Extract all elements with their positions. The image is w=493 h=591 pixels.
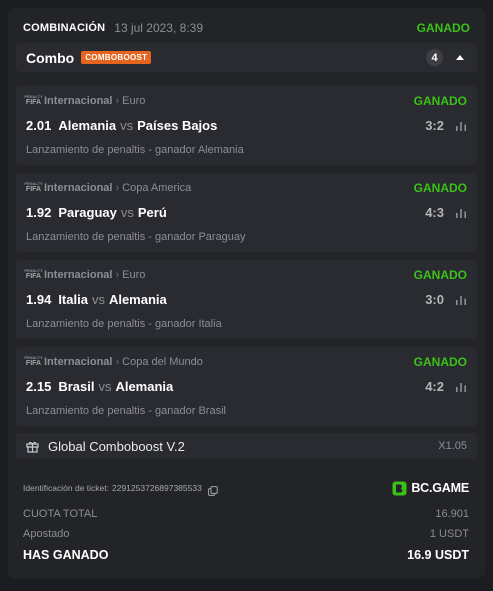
home-team: Alemania: [58, 117, 117, 133]
staked-label: Apostado: [23, 528, 70, 540]
total-odds-label: CUOTA TOTAL: [23, 508, 98, 520]
comboboost-label: Global Comboboost V.2: [48, 438, 185, 454]
away-team: Perú: [137, 204, 167, 220]
selection-market: Lanzamiento de penaltis - ganador Paragu…: [26, 231, 246, 243]
vs-label: vs: [120, 204, 134, 220]
selection-market: Lanzamiento de penaltis - ganador Italia: [26, 318, 222, 330]
away-team: Alemania: [115, 378, 174, 394]
selection-odds: 2.01: [26, 117, 52, 133]
icon-label: FIFA: [25, 186, 42, 193]
sport-category: Internacional: [44, 95, 113, 107]
selection-status: GANADO: [413, 268, 467, 282]
bet-date: 13 jul 2023, 8:39: [114, 21, 204, 35]
icon-label: FIFA: [25, 360, 42, 367]
selection-market: Lanzamiento de penaltis - ganador Aleman…: [26, 144, 244, 156]
staked-value: 1 USDT: [429, 528, 469, 540]
total-odds-row: CUOTA TOTAL 16.901: [23, 506, 469, 522]
bet-slip-card: COMBINACIÓN 13 jul 2023, 8:39 GANADO Com…: [8, 8, 485, 578]
stats-icon[interactable]: [455, 380, 467, 392]
selection-odds: 1.92: [26, 204, 52, 220]
league-name: Copa del Mundo: [122, 356, 203, 368]
comboboost-multiplier: X1.05: [438, 440, 467, 452]
breadcrumb-separator: ›: [115, 95, 120, 107]
selection-market: Lanzamiento de penaltis - ganador Brasil: [26, 405, 226, 417]
selection-match-row: 1.92 Paraguay vs Perú 4:3: [26, 203, 467, 221]
selection-odds: 1.94: [26, 291, 52, 307]
bet-type-title: COMBINACIÓN: [23, 22, 106, 34]
ticket-id: 2291253726897385533: [112, 483, 202, 493]
fifa-penalty-icon: PENALTY FIFA: [24, 356, 42, 368]
sport-category: Internacional: [44, 356, 113, 368]
winnings-value: 16.9 USDT: [407, 548, 469, 562]
sport-category: Internacional: [44, 182, 113, 194]
selection-card: PENALTY FIFA Internacional › Copa del Mu…: [16, 347, 477, 426]
total-odds-value: 16.901: [435, 508, 469, 520]
copy-icon[interactable]: [207, 483, 218, 496]
staked-row: Apostado 1 USDT: [23, 526, 469, 542]
away-team: Países Bajos: [137, 117, 218, 133]
vs-label: vs: [120, 117, 134, 133]
selection-card: PENALTY FIFA Internacional › Copa Americ…: [16, 173, 477, 252]
selection-league-row: PENALTY FIFA Internacional › Copa del Mu…: [24, 355, 467, 369]
stats-icon[interactable]: [455, 206, 467, 218]
brand-logo: BC.GAME: [392, 478, 469, 498]
selection-card: PENALTY FIFA Internacional › Euro GANADO…: [16, 260, 477, 339]
stats-icon[interactable]: [455, 119, 467, 131]
selection-card: PENALTY FIFA Internacional › Euro GANADO…: [16, 86, 477, 165]
comboboost-badge: COMBOBOOST: [81, 51, 152, 64]
chevron-up-icon[interactable]: [453, 51, 467, 65]
final-score: 3:2: [425, 117, 444, 133]
selection-league-row: PENALTY FIFA Internacional › Euro GANADO: [24, 94, 467, 108]
combo-label: Combo: [26, 49, 75, 66]
league-name: Copa America: [122, 182, 192, 194]
gift-icon: [26, 440, 39, 453]
vs-label: vs: [98, 378, 112, 394]
home-team: Italia: [58, 291, 88, 307]
brand-name: BC.GAME: [411, 481, 469, 495]
ticket-id-label: Identificación de ticket:: [23, 483, 109, 493]
bet-status: GANADO: [416, 21, 470, 35]
home-team: Brasil: [58, 378, 95, 394]
selection-match-row: 2.15 Brasil vs Alemania 4:2: [26, 377, 467, 395]
selection-league-row: PENALTY FIFA Internacional › Euro GANADO: [24, 268, 467, 282]
final-score: 4:2: [425, 378, 444, 394]
bcgame-logo-icon: [392, 481, 407, 496]
icon-label: FIFA: [25, 99, 42, 106]
fifa-penalty-icon: PENALTY FIFA: [24, 95, 42, 107]
final-score: 3:0: [425, 291, 444, 307]
away-team: Alemania: [108, 291, 167, 307]
selection-count: 4: [426, 49, 443, 66]
selection-odds: 2.15: [26, 378, 52, 394]
combo-toggle-bar[interactable]: Combo COMBOBOOST 4: [16, 43, 477, 72]
winnings-label: HAS GANADO: [23, 548, 109, 562]
selection-status: GANADO: [413, 355, 467, 369]
league-name: Euro: [122, 95, 146, 107]
selection-match-row: 2.01 Alemania vs Países Bajos 3:2: [26, 116, 467, 134]
home-team: Paraguay: [58, 204, 117, 220]
final-score: 4:3: [425, 204, 444, 220]
selection-league-row: PENALTY FIFA Internacional › Copa Americ…: [24, 181, 467, 195]
breadcrumb-separator: ›: [115, 182, 120, 194]
icon-label: FIFA: [25, 273, 42, 280]
breadcrumb-separator: ›: [115, 356, 120, 368]
comboboost-row: Global Comboboost V.2 X1.05: [16, 433, 477, 459]
fifa-penalty-icon: PENALTY FIFA: [24, 269, 42, 281]
ticket-info: Identificación de ticket: 22912537268973…: [23, 480, 218, 496]
selection-status: GANADO: [413, 181, 467, 195]
selection-status: GANADO: [413, 94, 467, 108]
bet-header: COMBINACIÓN 13 jul 2023, 8:39 GANADO: [23, 19, 470, 37]
league-name: Euro: [122, 269, 146, 281]
fifa-penalty-icon: PENALTY FIFA: [24, 182, 42, 194]
selection-match-row: 1.94 Italia vs Alemania 3:0: [26, 290, 467, 308]
stats-icon[interactable]: [455, 293, 467, 305]
winnings-row: HAS GANADO 16.9 USDT: [23, 547, 469, 563]
sport-category: Internacional: [44, 269, 113, 281]
breadcrumb-separator: ›: [115, 269, 120, 281]
vs-label: vs: [91, 291, 105, 307]
